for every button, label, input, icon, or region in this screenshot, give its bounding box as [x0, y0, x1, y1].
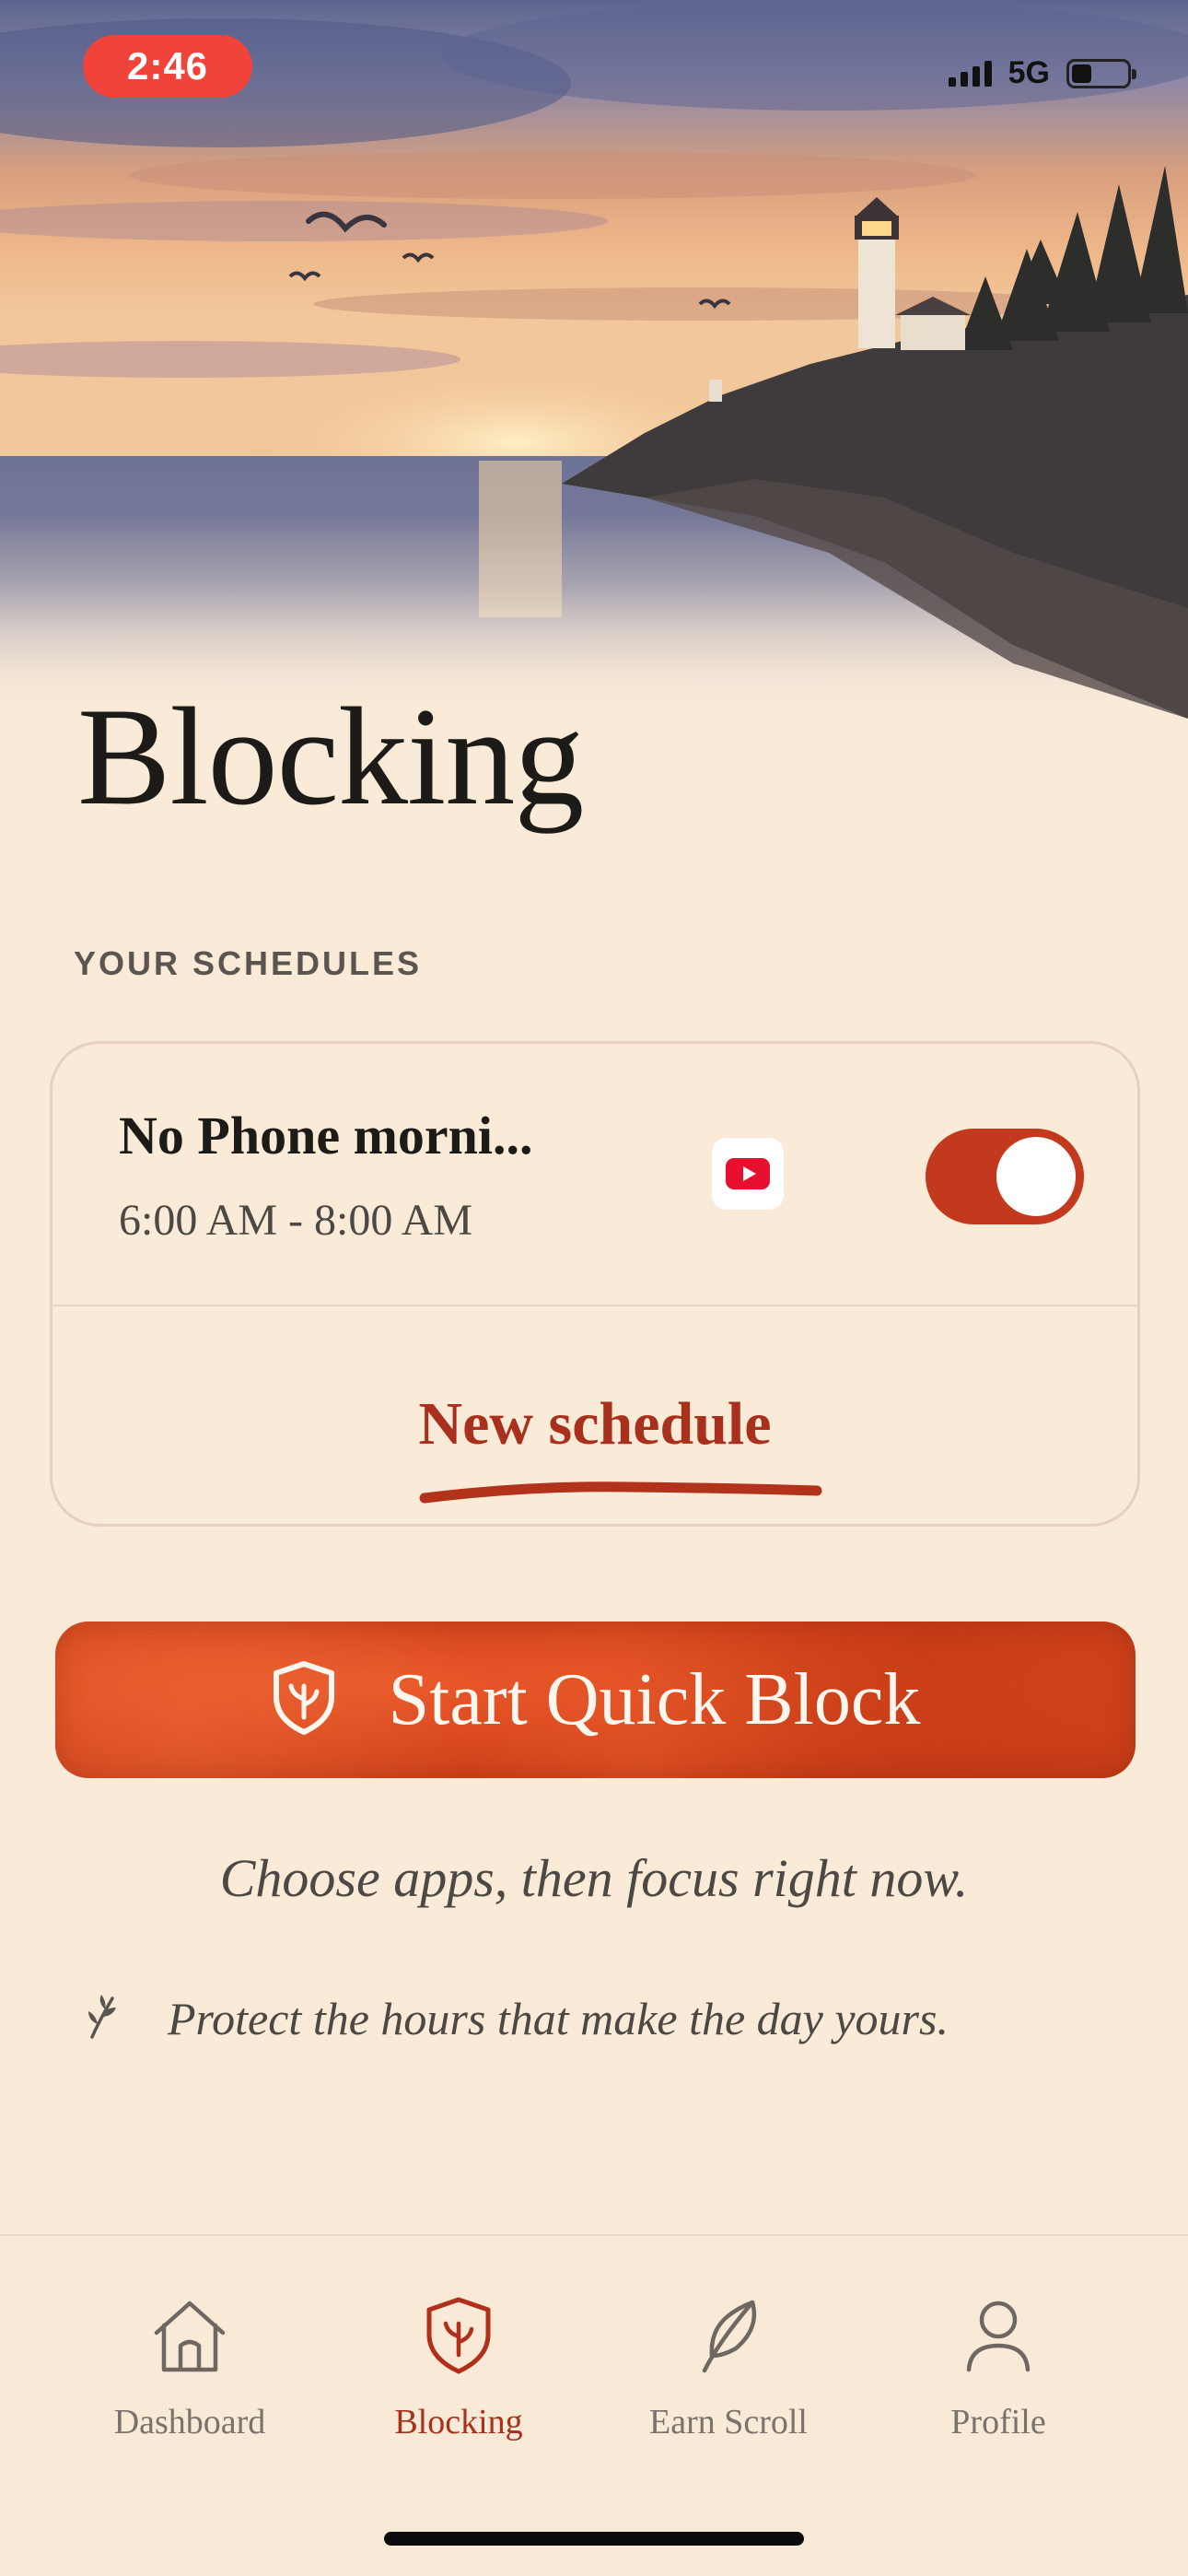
youtube-icon [712, 1138, 784, 1210]
toggle-knob [996, 1137, 1076, 1216]
motto-text: Protect the hours that make the day your… [168, 1993, 949, 2044]
start-quick-block-button[interactable]: Start Quick Block [55, 1622, 1136, 1778]
sprig-icon [85, 1993, 122, 2045]
signal-icon [948, 60, 992, 87]
tab-label: Dashboard [113, 2403, 266, 2441]
quick-block-hint: Choose apps, then focus right now. [219, 1848, 969, 1908]
battery-level [1072, 64, 1091, 83]
tab-label: Blocking [394, 2403, 523, 2441]
status-time: 2:46 [83, 35, 252, 98]
battery-icon [1066, 58, 1136, 88]
new-schedule-label: New schedule [418, 1390, 772, 1458]
schedule-name: No Phone morni... [119, 1106, 533, 1165]
home-icon [149, 2291, 230, 2380]
shield-sprout-icon [271, 1660, 337, 1740]
tab-label: Profile [950, 2403, 1046, 2441]
tab-bar: Dashboard Blocking Earn Scroll Profile [0, 2234, 1188, 2576]
page-title: Blocking [77, 679, 584, 834]
schedules-card: No Phone morni... 6:00 AM - 8:00 AM New … [50, 1041, 1140, 1527]
tab-dashboard[interactable]: Dashboard [70, 2291, 309, 2442]
feather-icon [692, 2291, 765, 2380]
home-indicator[interactable] [384, 2532, 804, 2546]
quick-block-label: Start Quick Block [388, 1658, 921, 1740]
schedule-item[interactable]: No Phone morni... 6:00 AM - 8:00 AM [52, 1044, 1137, 1306]
person-icon [961, 2291, 1035, 2380]
brush-underline [419, 1481, 822, 1504]
motto: Protect the hours that make the day your… [85, 1992, 949, 2045]
tab-label: Earn Scroll [648, 2403, 808, 2441]
hero-illustration [0, 0, 1188, 719]
shield-sprout-icon [424, 2291, 494, 2380]
section-label: YOUR SCHEDULES [74, 944, 423, 982]
new-schedule-button[interactable]: New schedule [52, 1306, 1137, 1527]
blocking-screen: 2:46 5G Blocking YOUR SCHEDULES No Phone… [0, 0, 1188, 2576]
status-indicators: 5G [948, 55, 1136, 91]
tab-profile[interactable]: Profile [879, 2291, 1118, 2442]
tab-blocking[interactable]: Blocking [339, 2291, 578, 2442]
schedule-toggle[interactable] [926, 1129, 1084, 1224]
tab-earn-scroll[interactable]: Earn Scroll [609, 2291, 848, 2442]
schedule-time-range: 6:00 AM - 8:00 AM [119, 1196, 473, 1245]
network-type: 5G [1007, 55, 1050, 90]
